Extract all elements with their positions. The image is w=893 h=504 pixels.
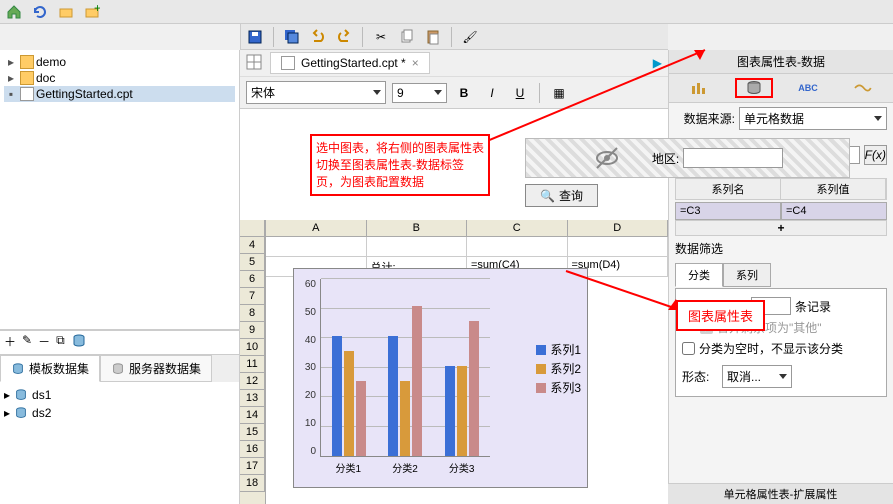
- dataset-item[interactable]: ▸ds2: [4, 404, 235, 422]
- add-dataset-icon[interactable]: ＋: [4, 333, 16, 352]
- delete-dataset-icon[interactable]: －: [38, 333, 50, 352]
- dataset-list: ▸ds1 ▸ds2: [0, 382, 239, 504]
- formula-button[interactable]: F(x): [864, 145, 887, 165]
- preview-icon[interactable]: ▶: [653, 56, 662, 70]
- close-tab-icon[interactable]: ×: [412, 56, 419, 70]
- tree-item-file[interactable]: ▪GettingStarted.cpt: [4, 86, 235, 102]
- document-tab[interactable]: GettingStarted.cpt *×: [270, 52, 430, 74]
- series-table-header: 系列名系列值: [675, 178, 887, 200]
- border-button[interactable]: ▦: [548, 82, 570, 104]
- panel-title: 图表属性表-数据: [669, 50, 893, 74]
- cut-icon[interactable]: ✂: [371, 27, 391, 47]
- import-dataset-icon[interactable]: [71, 333, 87, 352]
- data-source-combo[interactable]: 单元格数据: [739, 107, 887, 130]
- copy-icon[interactable]: [397, 27, 417, 47]
- hide-empty-checkbox[interactable]: [682, 342, 695, 355]
- eye-hidden-icon: [592, 143, 622, 173]
- font-size-combo[interactable]: 9: [392, 83, 447, 103]
- save-icon[interactable]: [245, 27, 265, 47]
- file-icon: [281, 56, 295, 70]
- tab-template-dataset[interactable]: 模板数据集: [0, 355, 100, 382]
- saveall-icon[interactable]: [282, 27, 302, 47]
- underline-button[interactable]: U: [509, 82, 531, 104]
- italic-button[interactable]: I: [481, 82, 503, 104]
- project-panel: ▸demo ▸doc ▪GettingStarted.cpt ＋ ✎ － ⧉ 模…: [0, 50, 240, 504]
- dataset-toolbar: ＋ ✎ － ⧉: [0, 330, 239, 355]
- chart-x-axis: 分类1分类2分类3: [320, 460, 490, 475]
- shape-combo[interactable]: 取消...: [722, 365, 792, 388]
- data-tab-icon[interactable]: [735, 78, 773, 98]
- bottom-status-bar: 单元格属性表-扩展属性: [668, 483, 893, 504]
- filter-section-title: 数据筛选: [669, 236, 893, 261]
- file-tree[interactable]: ▸demo ▸doc ▪GettingStarted.cpt: [0, 50, 239, 330]
- edit-dataset-icon[interactable]: ✎: [22, 333, 32, 352]
- text-tab-icon[interactable]: ABC: [789, 78, 827, 98]
- add-series-button[interactable]: +: [675, 220, 887, 236]
- refresh-icon[interactable]: [30, 2, 50, 22]
- chart-object[interactable]: 0102030405060 分类1分类2分类3 系列1系列2系列3: [293, 268, 588, 488]
- format-brush-icon[interactable]: 🖌: [460, 27, 480, 47]
- undo-icon[interactable]: [308, 27, 328, 47]
- tree-item-doc[interactable]: ▸doc: [4, 70, 235, 86]
- editor-panel: GettingStarted.cpt *× ▶ 宋体 9 B I U ▦ 地区:: [240, 50, 668, 504]
- filter-tab-category[interactable]: 分类: [675, 263, 723, 287]
- bold-button[interactable]: B: [453, 82, 475, 104]
- paste-icon[interactable]: [423, 27, 443, 47]
- annotation-callout-2: 图表属性表: [676, 300, 765, 331]
- chart-legend: 系列1系列2系列3: [536, 339, 581, 398]
- other-tab-icon[interactable]: [843, 78, 881, 98]
- open-icon[interactable]: [56, 2, 76, 22]
- parameter-pane: 地区:: [525, 138, 850, 178]
- svg-text:+: +: [94, 4, 100, 15]
- font-name-combo[interactable]: 宋体: [246, 81, 386, 104]
- data-source-label: 数据来源:: [675, 110, 735, 127]
- property-panel: 图表属性表-数据 ABC 数据来源: 单元格数据 分类轴: F(x) 系列名系列…: [668, 50, 893, 504]
- filter-tab-series[interactable]: 系列: [723, 263, 771, 287]
- style-tab-icon[interactable]: [681, 78, 719, 98]
- tab-server-dataset[interactable]: 服务器数据集: [100, 355, 212, 382]
- tree-item-demo[interactable]: ▸demo: [4, 54, 235, 70]
- row-headers: 456789101112131415161718: [240, 220, 266, 504]
- redo-icon[interactable]: [334, 27, 354, 47]
- copy-dataset-icon[interactable]: ⧉: [56, 333, 65, 352]
- chart-plot-area: [320, 279, 490, 457]
- series-table-row[interactable]: =C3=C4: [675, 202, 887, 220]
- dataset-item[interactable]: ▸ds1: [4, 386, 235, 404]
- region-input[interactable]: [683, 148, 783, 168]
- home-icon[interactable]: [4, 2, 24, 22]
- grid-icon[interactable]: [246, 54, 262, 73]
- new-folder-icon[interactable]: +: [82, 2, 102, 22]
- region-label: 地区:: [652, 150, 679, 167]
- annotation-callout-1: 选中图表，将右侧的图表属性表切换至图表属性表-数据标签页，为图表配置数据: [310, 134, 490, 196]
- column-headers: ABCD: [266, 220, 668, 237]
- query-button[interactable]: 🔍查询: [525, 184, 598, 207]
- chart-y-axis: 0102030405060: [298, 279, 316, 457]
